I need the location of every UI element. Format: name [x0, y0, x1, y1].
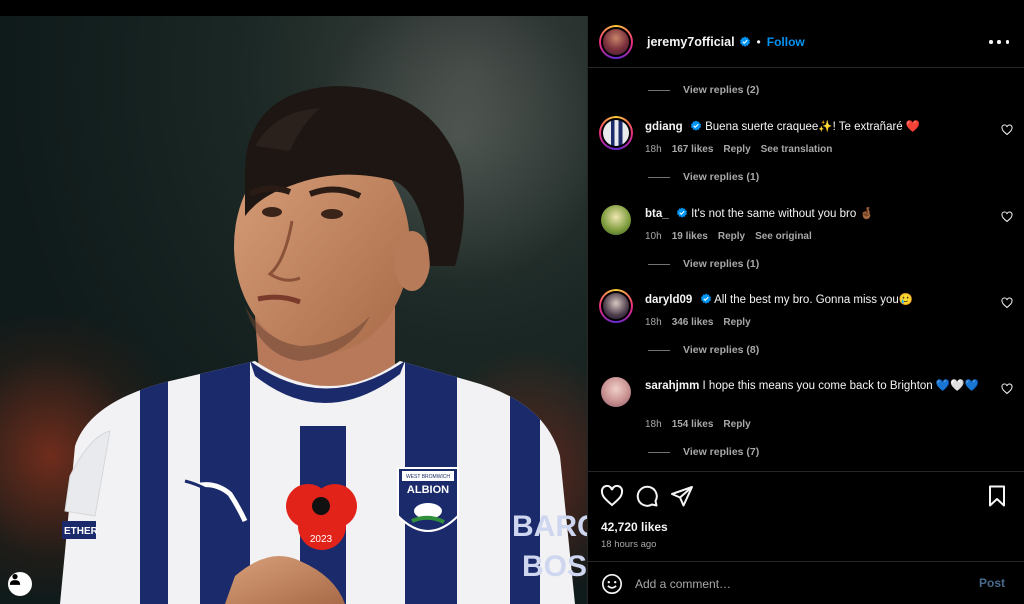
- likes-count[interactable]: 42,720 likes: [601, 520, 668, 534]
- share-icon[interactable]: [670, 484, 694, 508]
- comment-time: 10h: [645, 231, 662, 242]
- verified-icon: [676, 207, 687, 218]
- verified-icon: [739, 36, 750, 47]
- verified-icon: [690, 120, 701, 131]
- more-icon[interactable]: [989, 34, 1009, 50]
- sponsor-text-1: BARC: [512, 510, 587, 543]
- heart-icon[interactable]: [1001, 124, 1013, 136]
- heart-icon[interactable]: [1001, 211, 1013, 223]
- commenter-username[interactable]: gdiang: [645, 121, 683, 133]
- heart-icon[interactable]: [1001, 297, 1013, 309]
- post-header: jeremy7official • Follow: [588, 16, 1024, 68]
- reply-button[interactable]: Reply: [723, 317, 750, 328]
- user-tag-icon[interactable]: [8, 572, 32, 596]
- comment-text: All the best my bro. Gonna miss you🥲: [714, 294, 914, 306]
- author-avatar[interactable]: [599, 24, 633, 59]
- comment-meta: 18h 154 likes Reply: [645, 419, 751, 430]
- commenter-avatar[interactable]: [599, 116, 633, 150]
- author-username[interactable]: jeremy7official: [647, 35, 735, 49]
- post-photo[interactable]: 2023 WEST BROMWICH ALBION BARC BOS ETHER: [0, 16, 587, 604]
- reply-button[interactable]: Reply: [723, 419, 750, 430]
- comment-meta: 10h 19 likes Reply See original: [645, 231, 812, 242]
- reply-button[interactable]: Reply: [718, 231, 745, 242]
- emoji-icon[interactable]: [601, 573, 623, 595]
- post-button[interactable]: Post: [979, 576, 1005, 590]
- sponsor-text-2: BOS: [522, 550, 587, 583]
- comment-text: Buena suerte craquee✨! Te extrañaré ❤️: [705, 121, 921, 133]
- comments-list[interactable]: View replies (2) gdiang Buena suerte cra…: [588, 69, 1024, 471]
- view-replies-label: View replies (2): [683, 84, 760, 96]
- see-original-button[interactable]: See original: [755, 231, 812, 242]
- comment-time: 18h: [645, 419, 662, 430]
- follow-button[interactable]: Follow: [767, 35, 805, 49]
- view-replies-button[interactable]: View replies (1): [648, 258, 759, 270]
- view-replies-label: View replies (7): [683, 446, 760, 458]
- comment-time: 18h: [645, 317, 662, 328]
- comment-composer: Post: [588, 561, 1024, 604]
- commenter-avatar[interactable]: [599, 289, 633, 323]
- commenter-username[interactable]: bta_: [645, 208, 669, 220]
- comment-likes[interactable]: 154 likes: [672, 419, 714, 430]
- comment-likes[interactable]: 167 likes: [672, 144, 714, 155]
- comment-meta: 18h 346 likes Reply: [645, 317, 751, 328]
- bookmark-icon[interactable]: [985, 484, 1009, 508]
- see-translation-button[interactable]: See translation: [761, 144, 833, 155]
- comment-text: It's not the same without you bro 🤞🏾: [691, 208, 874, 220]
- view-replies-button[interactable]: View replies (7): [648, 446, 759, 458]
- reply-button[interactable]: Reply: [723, 144, 750, 155]
- like-heart-icon[interactable]: [600, 484, 624, 508]
- view-replies-button[interactable]: View replies (1): [648, 171, 759, 183]
- post-actions: 42,720 likes 18 hours ago: [588, 471, 1024, 561]
- comment-input[interactable]: [635, 571, 955, 597]
- crest-line2: ALBION: [407, 484, 449, 496]
- sleeve-text: ETHER: [64, 526, 99, 537]
- comment-likes[interactable]: 19 likes: [672, 231, 708, 242]
- comment-likes[interactable]: 346 likes: [672, 317, 714, 328]
- commenter-username[interactable]: sarahjmm: [645, 380, 699, 392]
- view-replies-label: View replies (8): [683, 344, 760, 356]
- commenter-avatar[interactable]: [601, 377, 631, 407]
- view-replies-button[interactable]: View replies (8): [648, 344, 759, 356]
- view-replies-button[interactable]: View replies (2): [648, 84, 759, 96]
- comment-meta: 18h 167 likes Reply See translation: [645, 144, 832, 155]
- commenter-avatar[interactable]: [601, 205, 631, 235]
- comment-icon[interactable]: [635, 484, 659, 508]
- poppy-year: 2023: [310, 534, 333, 545]
- verified-icon: [700, 293, 711, 304]
- player-illustration: 2023 WEST BROMWICH ALBION BARC BOS ETHER: [60, 86, 587, 604]
- post-panel: jeremy7official • Follow View replies (2…: [587, 16, 1024, 604]
- view-replies-label: View replies (1): [683, 258, 760, 270]
- post-time: 18 hours ago: [601, 539, 657, 550]
- separator-dot: •: [756, 34, 761, 49]
- top-bar: [0, 0, 1024, 16]
- view-replies-label: View replies (1): [683, 171, 760, 183]
- commenter-username[interactable]: daryld09: [645, 294, 692, 306]
- comment-text: I hope this means you come back to Brigh…: [702, 380, 979, 392]
- heart-icon[interactable]: [1001, 383, 1013, 395]
- comment-time: 18h: [645, 144, 662, 155]
- crest-line1: WEST BROMWICH: [406, 474, 450, 480]
